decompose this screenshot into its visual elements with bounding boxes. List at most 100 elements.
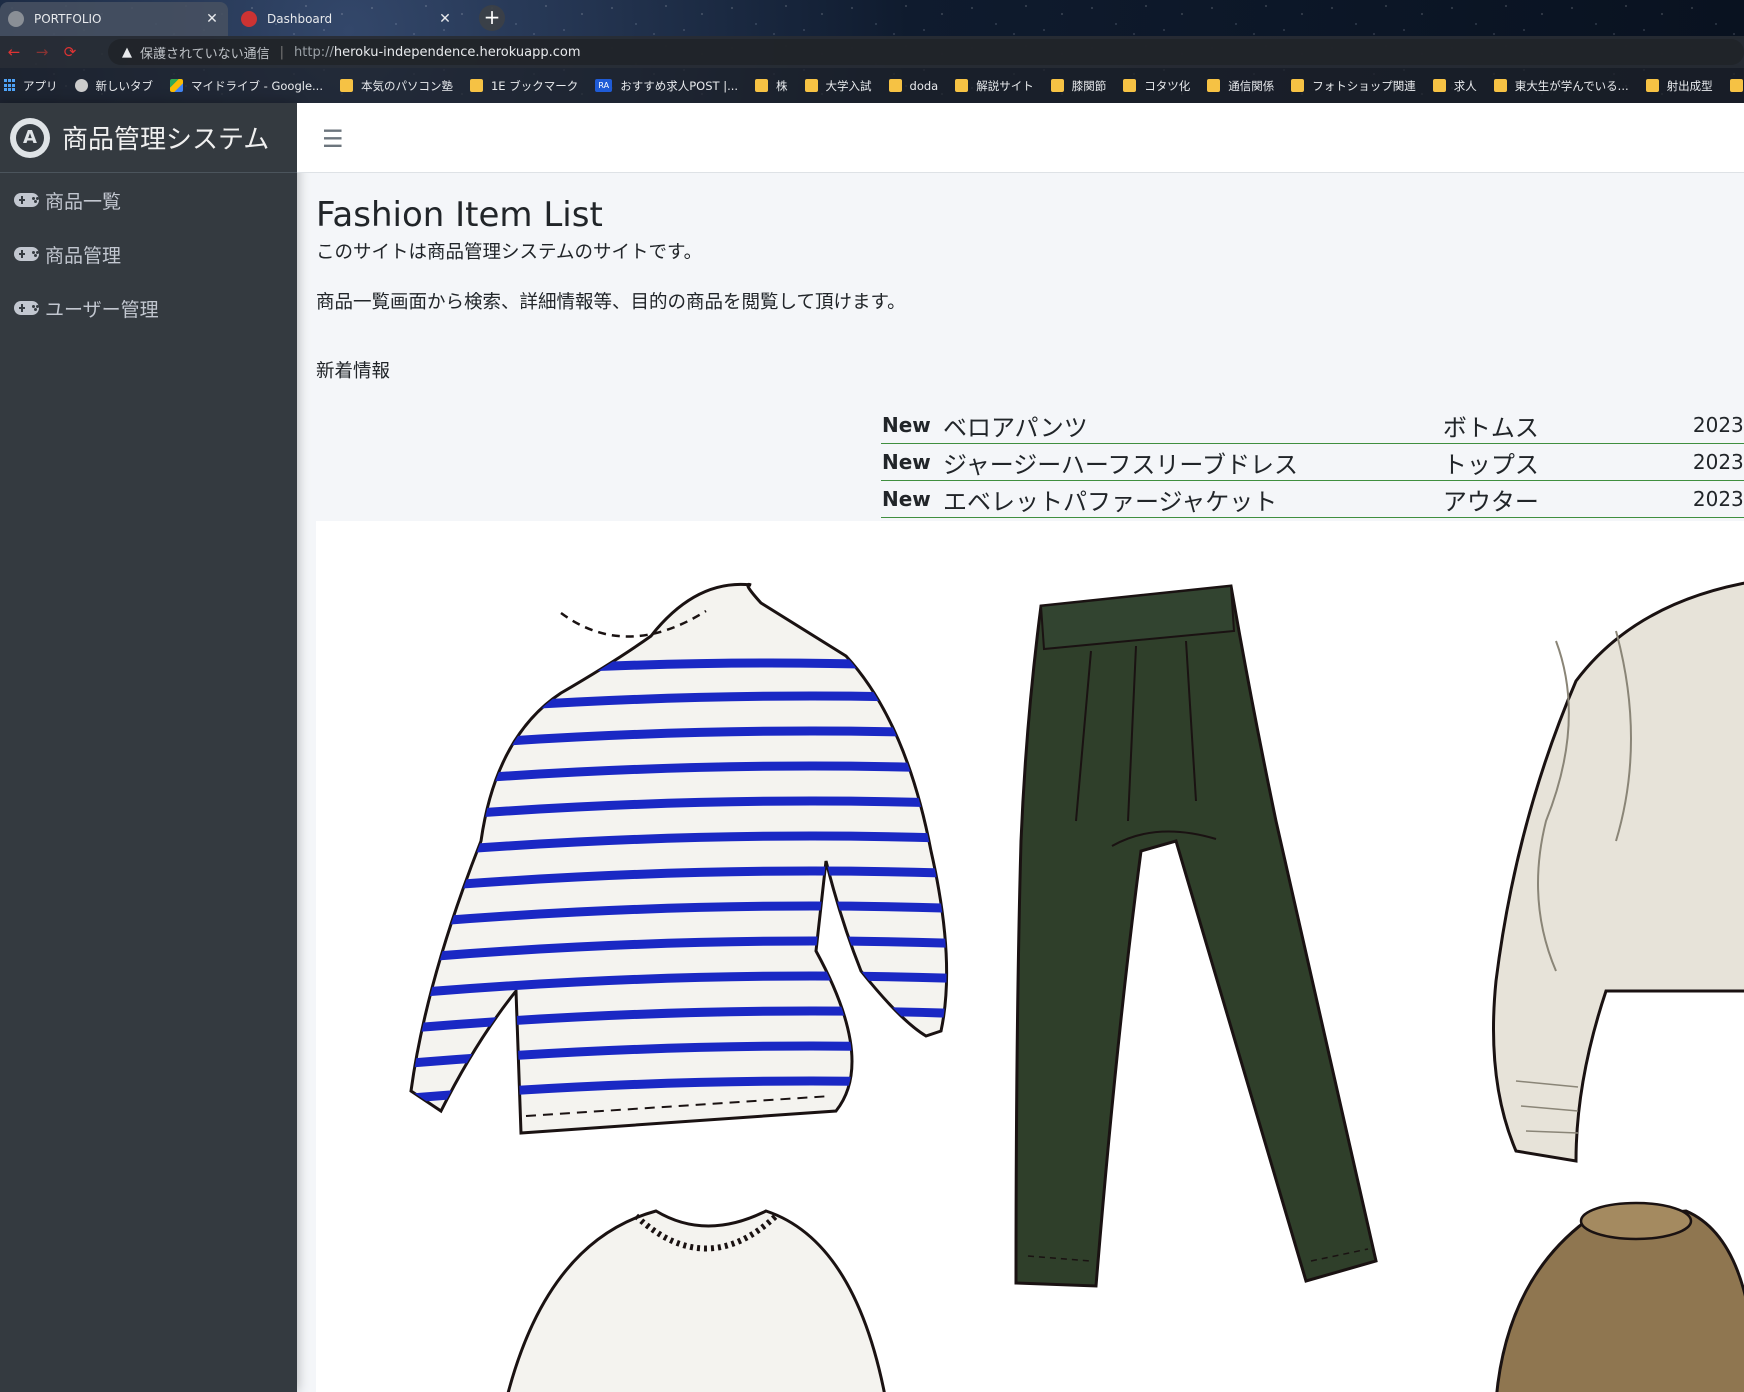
bookmarks-bar: アプリ 新しいタブ マイドライブ - Google... 本気のパソコン塾 1E… — [0, 68, 1744, 103]
brand-logo-icon: A — [10, 117, 50, 158]
new-badge: New — [882, 487, 931, 511]
logo-letter: A — [16, 123, 44, 152]
folder-icon — [1432, 79, 1446, 92]
bookmark-folder[interactable]: 1E ブックマーク — [469, 78, 579, 94]
white-crew-top — [506, 1209, 886, 1392]
back-icon[interactable]: ← — [0, 43, 28, 61]
bookmark-item[interactable]: 新しいタブ — [74, 78, 153, 94]
new-tab-button[interactable]: + — [479, 5, 505, 31]
bookmark-folder[interactable]: 膝関節 — [1050, 78, 1107, 94]
bookmark-folder[interactable]: 本気のパソコン塾 — [339, 78, 453, 94]
navigation-bar: ← → ⟳ ▲ 保護されていない通信 | http:// heroku-inde… — [0, 36, 1744, 68]
bookmark-label: 大学入試 — [825, 78, 872, 93]
folder-icon — [1493, 79, 1507, 92]
bookmark-item[interactable]: マイドライブ - Google... — [170, 78, 323, 94]
bookmark-folder[interactable]: amazon — [1729, 79, 1744, 93]
bookmark-apps[interactable]: アプリ — [4, 78, 58, 94]
news-item-date: 2023- — [1692, 413, 1744, 437]
news-item-date: 2023- — [1692, 450, 1744, 474]
sidebar-item-label: 商品管理 — [45, 244, 122, 267]
brand-link[interactable]: A 商品管理システム — [0, 103, 297, 173]
intro-text: 商品一覧画面から検索、詳細情報等、目的の商品を閲覧して頂けます。 — [316, 292, 906, 313]
bookmark-item[interactable]: RA おすすめ求人POST |... — [595, 78, 738, 94]
tab-title: Dashboard — [267, 12, 333, 26]
bookmark-folder[interactable]: 大学入試 — [804, 78, 872, 94]
bookmark-label: コタツ化 — [1144, 78, 1191, 93]
bookmark-label: フォトショップ関連 — [1312, 78, 1416, 93]
folder-icon — [469, 79, 483, 92]
folder-icon — [1729, 79, 1743, 92]
tab-strip: PORTFOLIO ✕ Dashboard ✕ + — [0, 0, 1744, 36]
close-icon[interactable]: ✕ — [204, 11, 220, 27]
clothing-illustration — [409, 581, 1744, 1392]
news-row[interactable]: New ジャージーハーフスリーブドレス トップス 2023- — [881, 444, 1744, 481]
news-item-name[interactable]: ジャージーハーフスリーブドレス — [943, 445, 1443, 480]
intro-text: このサイトは商品管理システムのサイトです。 — [316, 242, 703, 263]
folder-icon — [1207, 79, 1221, 92]
bookmark-label: 本気のパソコン塾 — [360, 78, 453, 93]
news-item-name[interactable]: ベロアパンツ — [943, 408, 1443, 443]
news-item-name[interactable]: エベレットパファージャケット — [943, 482, 1443, 517]
folder-icon — [955, 79, 969, 92]
news-item-category: ボトムス — [1442, 413, 1539, 442]
bookmark-folder[interactable]: コタツ化 — [1123, 78, 1190, 94]
content-wrapper: Fashion Item List このサイトは商品管理システムのサイトです。 … — [297, 173, 1744, 1392]
bookmark-folder[interactable]: 解説サイト — [955, 78, 1034, 94]
bookmark-label: 射出成型 — [1666, 78, 1713, 93]
reload-icon[interactable]: ⟳ — [56, 43, 84, 61]
bookmark-label: マイドライブ - Google... — [191, 78, 323, 93]
news-item-category: トップス — [1442, 450, 1539, 479]
news-row[interactable]: New エベレットパファージャケット アウター 2023- — [881, 481, 1744, 518]
drive-icon — [170, 79, 183, 92]
folder-icon — [339, 79, 353, 92]
news-list: New ベロアパンツ ボトムス 2023- New ジャージーハーフスリーブドレ… — [881, 407, 1744, 518]
bookmark-label: 株 — [776, 78, 788, 93]
apps-grid-icon — [4, 79, 15, 92]
green-pants — [1014, 584, 1378, 1288]
hamburger-menu-icon[interactable]: ☰ — [322, 125, 344, 153]
folder-icon — [1645, 79, 1659, 92]
security-label: 保護されていない通信 — [140, 46, 270, 62]
bookmark-label: 解説サイト — [976, 78, 1034, 93]
tab-portfolio[interactable]: PORTFOLIO ✕ — [0, 2, 228, 36]
url-host: heroku-independence.herokuapp.com — [333, 44, 581, 60]
ra-logo-icon: RA — [595, 79, 613, 92]
bookmark-label: 1E ブックマーク — [490, 78, 579, 93]
forward-icon[interactable]: → — [28, 43, 56, 61]
gamepad-icon — [14, 247, 39, 261]
sidebar-item-user-management[interactable]: ユーザー管理 — [0, 281, 297, 335]
bookmark-folder[interactable]: 東大生が学んでいる... — [1493, 78, 1629, 94]
bookmark-folder[interactable]: 求人 — [1432, 78, 1477, 94]
address-separator: | — [279, 44, 285, 60]
sidebar-item-label: 商品一覧 — [45, 190, 122, 213]
browser-chrome: PORTFOLIO ✕ Dashboard ✕ + ← → ⟳ ▲ 保護されてい… — [0, 0, 1744, 103]
bookmark-label: 膝関節 — [1071, 78, 1107, 93]
warning-icon: ▲ — [122, 44, 132, 60]
bookmark-folder[interactable]: 通信関係 — [1207, 78, 1274, 94]
bookmark-label: 通信関係 — [1228, 78, 1275, 93]
bookmark-label: アプリ — [23, 78, 58, 93]
bookmark-folder[interactable]: 射出成型 — [1645, 78, 1713, 94]
bookmark-label: doda — [909, 78, 939, 93]
globe-icon — [8, 11, 24, 27]
folder-icon — [1291, 79, 1305, 92]
page-title: Fashion Item List — [316, 195, 603, 235]
sidebar-item-product-management[interactable]: 商品管理 — [0, 227, 297, 281]
new-badge: New — [882, 450, 931, 474]
news-item-category: アウター — [1442, 487, 1539, 516]
tab-dashboard[interactable]: Dashboard ✕ — [233, 2, 461, 36]
bookmark-label: おすすめ求人POST |... — [620, 78, 739, 93]
folder-icon — [888, 79, 902, 92]
close-icon[interactable]: ✕ — [437, 11, 453, 27]
bookmark-folder[interactable]: doda — [888, 78, 939, 93]
news-row[interactable]: New ベロアパンツ ボトムス 2023- — [881, 407, 1744, 444]
cable-knit-sweater — [1492, 581, 1744, 1163]
bookmark-folder[interactable]: フォトショップ関連 — [1291, 78, 1416, 94]
fashion-illustration — [316, 521, 1744, 1392]
address-bar[interactable]: ▲ 保護されていない通信 | http:// heroku-independen… — [108, 39, 1744, 65]
brand-text: 商品管理システム — [62, 125, 270, 155]
bookmark-folder[interactable]: 株 — [755, 78, 788, 94]
sidebar-item-product-list[interactable]: 商品一覧 — [0, 173, 297, 227]
dashboard-favicon-icon — [241, 11, 257, 27]
folder-icon — [1050, 79, 1064, 92]
